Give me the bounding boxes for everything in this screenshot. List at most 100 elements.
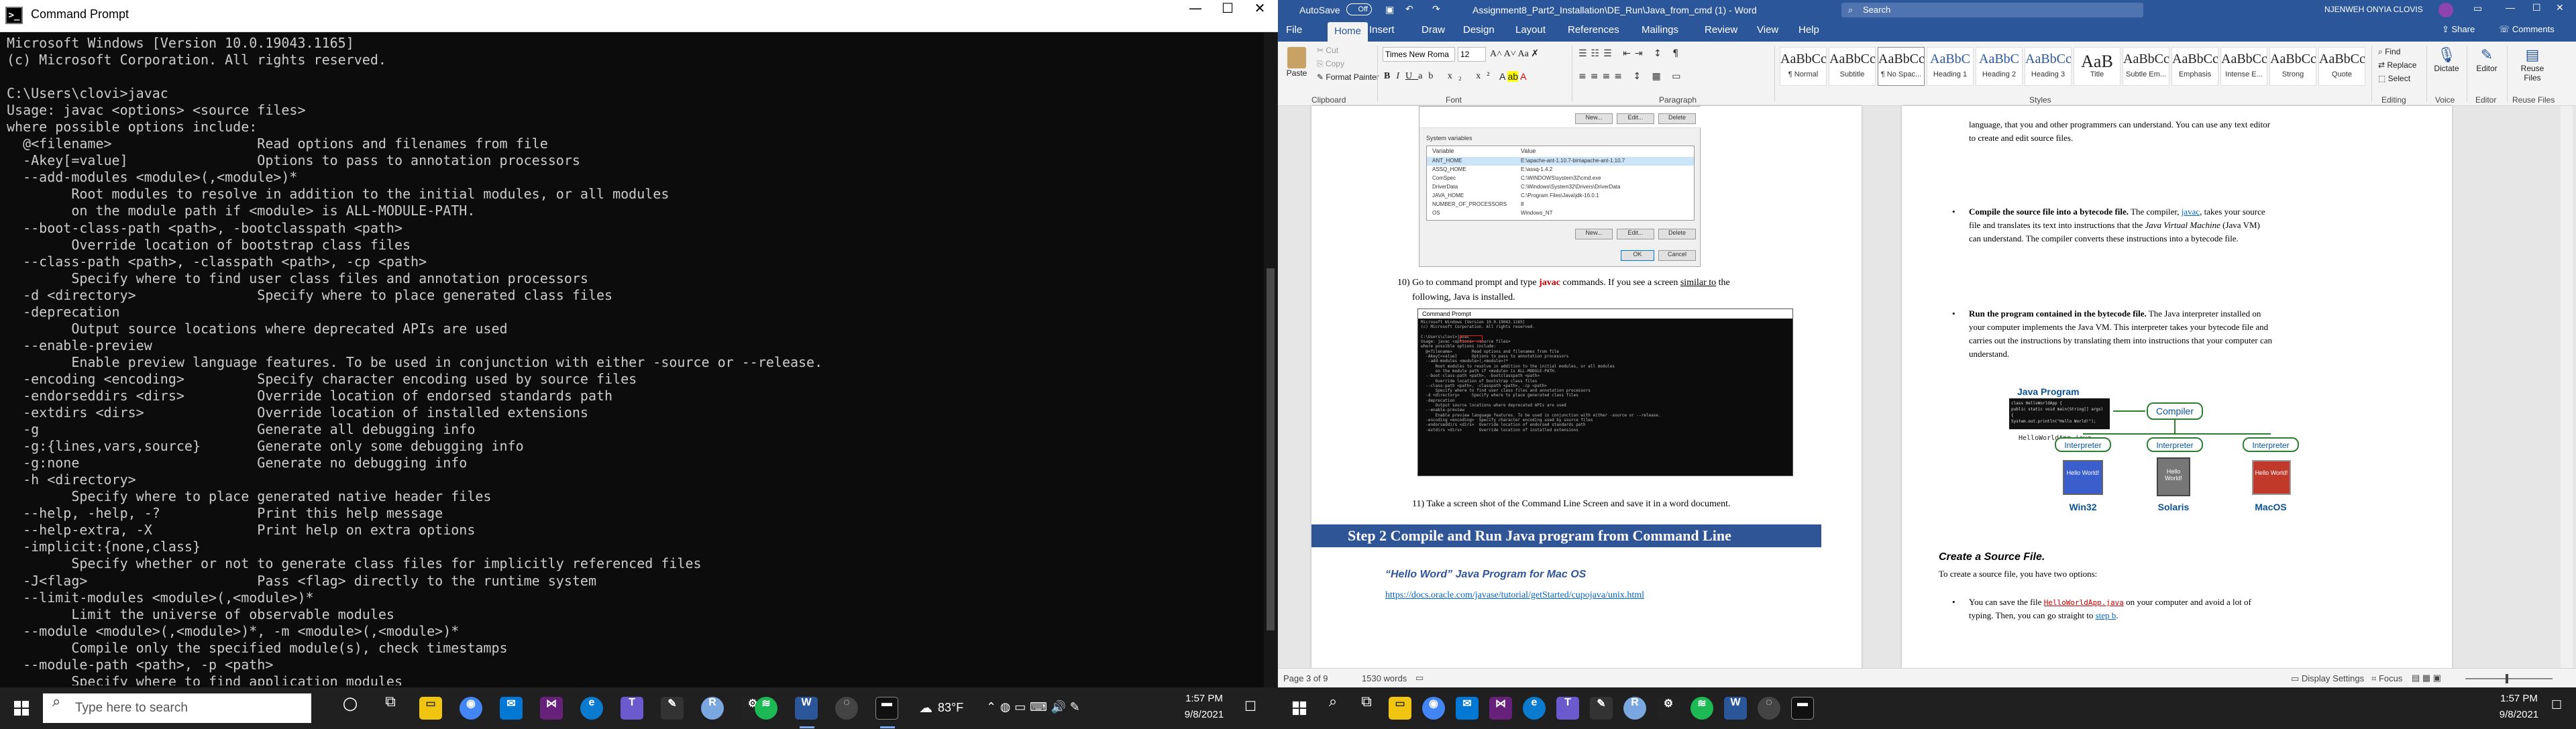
user-name[interactable]: NJENWEH ONYIA CLOVIS (2324, 5, 2423, 14)
tab-references[interactable]: References (1568, 24, 1619, 36)
mail-icon[interactable]: ✉ (500, 697, 523, 720)
status-page[interactable]: Page 3 of 9 (1283, 673, 1328, 683)
align-buttons[interactable]: ≡≡≡≡ ↕ ▦ ▭ (1578, 71, 1684, 82)
cmd-taskbar-icon[interactable]: ▬ (1791, 697, 1814, 720)
style-7[interactable]: AaBbCcI Subtle Em... (2123, 47, 2169, 86)
tab-layout[interactable]: Layout (1515, 24, 1546, 36)
tab-draw[interactable]: Draw (1421, 24, 1445, 36)
spotify-icon[interactable]: ≋ (755, 697, 777, 720)
edge-icon[interactable]: e (580, 697, 603, 720)
word-titlebar[interactable]: AutoSave Off ▣ ↶ ↷ Assignment8_Part2_Ins… (1278, 0, 2576, 20)
paste-button[interactable]: Paste (1283, 47, 1310, 78)
teams-icon[interactable]: T (621, 697, 643, 720)
tab-insert[interactable]: Insert (1369, 24, 1395, 36)
view-mode-icons[interactable]: ▤ ▦ ▣ (2412, 673, 2441, 683)
undo-icon[interactable]: ↶ (1405, 3, 1413, 15)
format-painter-button[interactable]: ✎ Format Painter (1317, 72, 1379, 82)
clock-date[interactable]: 9/8/2021 (2496, 709, 2542, 720)
word-taskbar-icon[interactable]: W (795, 697, 818, 720)
copy-button[interactable]: ⎘ Copy (1317, 59, 1344, 69)
reuse-files-button[interactable]: ▤ Reuse Files (2512, 47, 2553, 82)
style-8[interactable]: AaBbCcI Emphasis (2171, 47, 2218, 86)
style-9[interactable]: AaBbCcI Intense E... (2220, 47, 2267, 86)
status-words[interactable]: 1530 words (1362, 673, 1407, 683)
redo-icon[interactable]: ↷ (1432, 3, 1440, 15)
notification-icon[interactable]: ☐ (2551, 698, 2562, 712)
tab-view[interactable]: View (1757, 24, 1778, 36)
font-name-select[interactable]: Times New Roma (1383, 47, 1455, 62)
cmd-scrollbar-thumb[interactable] (1267, 268, 1275, 630)
replace-button[interactable]: ⇄ Replace (2378, 60, 2416, 70)
edge-icon[interactable]: e (1523, 697, 1546, 720)
style-1[interactable]: AaBbCcI Subtitle (1829, 47, 1876, 86)
teams-icon[interactable]: T (1556, 697, 1579, 720)
list-buttons[interactable]: ☰☷☰ ⇤⇥ ↕ ¶ (1578, 48, 1682, 59)
style-11[interactable]: AaBbCcI Quote (2318, 47, 2365, 86)
display-settings[interactable]: ▭ Display Settings (2291, 673, 2364, 684)
autosave-toggle[interactable]: Off (1346, 3, 1372, 15)
tab-home[interactable]: Home (1328, 22, 1368, 42)
clock-date[interactable]: 9/8/2021 (1181, 709, 1228, 720)
app-circle-icon[interactable]: ◌ (1758, 697, 1780, 720)
file-explorer-icon[interactable]: ▭ (1389, 697, 1411, 720)
font-size-select[interactable]: 12 (1458, 47, 1486, 62)
zoom-slider[interactable] (2465, 678, 2553, 679)
cmd-output[interactable]: Microsoft Windows [Version 10.0.19043.11… (7, 35, 1254, 685)
style-5[interactable]: AaBbCcD Heading 3 (2025, 47, 2072, 86)
maximize-icon[interactable]: ☐ (2532, 2, 2541, 13)
tab-design[interactable]: Design (1463, 24, 1495, 36)
comments-button[interactable]: ☏ Comments (2499, 24, 2555, 35)
page-right[interactable]: language, that you and other programmers… (1902, 106, 2452, 668)
word-window[interactable]: AutoSave Off ▣ ↶ ↷ Assignment8_Part2_Ins… (1278, 0, 2576, 687)
cmd-taskbar-icon[interactable]: ▬ (875, 697, 898, 720)
style-4[interactable]: AaBbC Heading 2 (1976, 47, 2023, 86)
clock-time[interactable]: 1:57 PM (1181, 693, 1228, 704)
style-6[interactable]: AaB Title (2074, 47, 2121, 86)
cmd-window[interactable]: >_ Command Prompt — ☐ ✕ Microsoft Window… (0, 0, 1278, 687)
minimize-icon[interactable]: — (2506, 2, 2515, 13)
file-explorer-icon[interactable]: ▭ (419, 697, 442, 720)
notepad-icon[interactable]: ✎ (661, 697, 684, 720)
find-button[interactable]: ⌕ Find (2378, 47, 2400, 57)
notepad-icon[interactable]: ✎ (1590, 697, 1613, 720)
task-view-icon[interactable]: ⧉ (376, 693, 405, 723)
hello-link[interactable]: https://docs.oracle.com/javase/tutorial/… (1385, 590, 1644, 601)
editor-button[interactable]: ✎ Editor (2472, 47, 2502, 73)
weather-temp[interactable]: 83°F (938, 701, 963, 715)
start-windows-icon[interactable] (1285, 693, 1314, 723)
weather-icon[interactable]: ☁ (919, 699, 932, 716)
r-studio-icon[interactable]: R (1623, 697, 1646, 720)
visual-studio-icon[interactable]: ⋈ (540, 697, 563, 720)
share-button[interactable]: ⇪ Share (2442, 24, 2475, 35)
style-0[interactable]: AaBbCcI ¶ Normal (1780, 47, 1827, 86)
page-left[interactable]: New... Edit... Delete System variables V… (1311, 106, 1862, 668)
word-taskbar-icon[interactable]: W (1724, 697, 1747, 720)
document-area[interactable]: New... Edit... Delete System variables V… (1278, 106, 2576, 668)
font-format-buttons[interactable]: BIUab x₂ x² (1384, 71, 1495, 82)
style-10[interactable]: AaBbCcI Strong (2269, 47, 2316, 86)
cut-button[interactable]: ✂ Cut (1317, 46, 1338, 55)
tab-file[interactable]: File (1286, 24, 1302, 36)
ribbon-display-icon[interactable]: ▭ (2473, 3, 2482, 14)
close-button[interactable]: ✕ (1240, 0, 1280, 32)
search-icon[interactable]: ⌕ (1318, 693, 1348, 723)
word-vertical-scrollbar[interactable] (2561, 106, 2573, 668)
zoom-slider-thumb[interactable] (2506, 674, 2508, 683)
focus-button[interactable]: ⌗ Focus (2371, 673, 2402, 684)
close-icon[interactable]: ✕ (2556, 2, 2564, 13)
task-view-icon[interactable]: ⧉ (1352, 693, 1381, 723)
chrome-icon[interactable]: ◉ (1422, 697, 1445, 720)
dictate-button[interactable]: 🎙 Dictate (2433, 47, 2460, 73)
style-2[interactable]: AaBbCcI ¶ No Spac... (1878, 47, 1925, 86)
font-color-buttons[interactable]: A ab A (1499, 71, 1527, 82)
tab-review[interactable]: Review (1705, 24, 1737, 36)
mail-icon[interactable]: ✉ (1456, 697, 1479, 720)
cortana-icon[interactable]: ○ (335, 693, 365, 723)
cmd-titlebar[interactable]: >_ Command Prompt — ☐ ✕ (0, 0, 1278, 32)
avatar[interactable] (2438, 3, 2453, 17)
tab-help[interactable]: Help (1799, 24, 1819, 36)
select-button[interactable]: ⬚ Select (2378, 74, 2410, 83)
clock-time[interactable]: 1:57 PM (2496, 693, 2542, 704)
style-3[interactable]: AaBbC Heading 1 (1927, 47, 1974, 86)
spotify-icon[interactable]: ≋ (1690, 697, 1713, 720)
